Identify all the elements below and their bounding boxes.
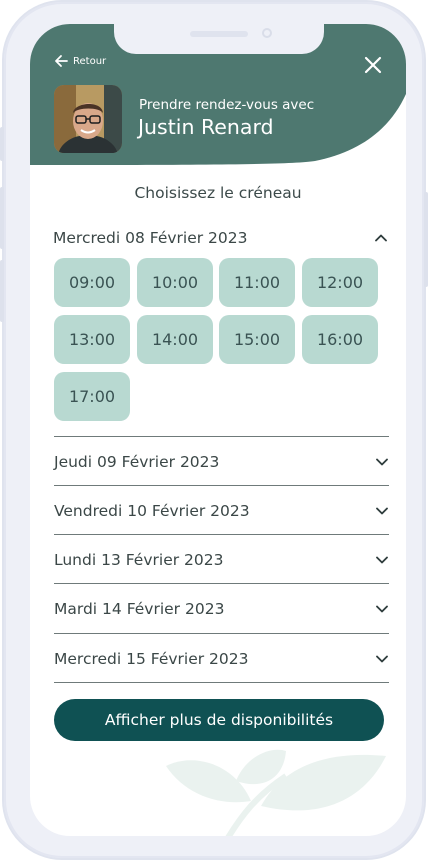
side-button [0,127,4,161]
chevron-down-icon [376,655,388,663]
show-more-availability-button[interactable]: Afficher plus de disponibilités [54,699,384,741]
chevron-down-icon [376,605,388,613]
time-slot[interactable]: 17:00 [54,372,130,421]
close-icon[interactable] [360,52,386,78]
divider [54,583,389,584]
time-slot[interactable]: 16:00 [302,315,378,364]
header-subtitle: Prendre rendez-vous avec [139,97,315,113]
chevron-up-icon [375,234,387,242]
divider [54,534,389,535]
divider [54,633,389,634]
side-button [424,192,428,287]
time-slot[interactable]: 15:00 [219,315,295,364]
back-button[interactable]: Retour [54,54,106,68]
doctor-name: Justin Renard [138,115,274,139]
day-label: Mercredi 08 Février 2023 [53,229,248,247]
section-title: Choisissez le créneau [134,184,302,202]
phone-notch [114,24,324,54]
divider [54,485,389,486]
day-row[interactable]: Jeudi 09 Février 2023 [54,438,389,486]
divider [54,436,389,437]
time-slot[interactable]: 10:00 [137,258,213,307]
chevron-down-icon [376,507,388,515]
time-slot[interactable]: 11:00 [219,258,295,307]
time-slot[interactable]: 12:00 [302,258,378,307]
day-header-expanded[interactable]: Mercredi 08 Février 2023 [53,226,388,250]
day-label: Mercredi 15 Février 2023 [54,650,249,668]
speaker [190,31,248,37]
day-label: Jeudi 09 Février 2023 [54,453,220,471]
side-button [0,260,4,322]
day-label: Vendredi 10 Février 2023 [54,502,250,520]
day-row[interactable]: Lundi 13 Février 2023 [54,536,389,584]
time-slot[interactable]: 09:00 [54,258,130,307]
chevron-down-icon [376,458,388,466]
day-row[interactable]: Vendredi 10 Février 2023 [54,487,389,535]
phone-frame: Retour Prendre rendez-vous avec Justin R… [0,2,428,858]
camera-icon [262,28,272,38]
leaf-decoration-icon [166,749,386,836]
time-slot[interactable]: 14:00 [137,315,213,364]
day-row[interactable]: Mercredi 15 Février 2023 [54,635,389,683]
arrow-left-icon [55,55,68,67]
day-row[interactable]: Mardi 14 Février 2023 [54,585,389,633]
back-label: Retour [73,55,107,67]
day-label: Lundi 13 Février 2023 [54,551,224,569]
avatar [54,85,122,153]
divider [54,682,389,683]
chevron-down-icon [376,556,388,564]
day-label: Mardi 14 Février 2023 [54,600,225,618]
time-slot[interactable]: 13:00 [54,315,130,364]
app-screen: Retour Prendre rendez-vous avec Justin R… [30,24,406,836]
side-button [0,187,4,249]
